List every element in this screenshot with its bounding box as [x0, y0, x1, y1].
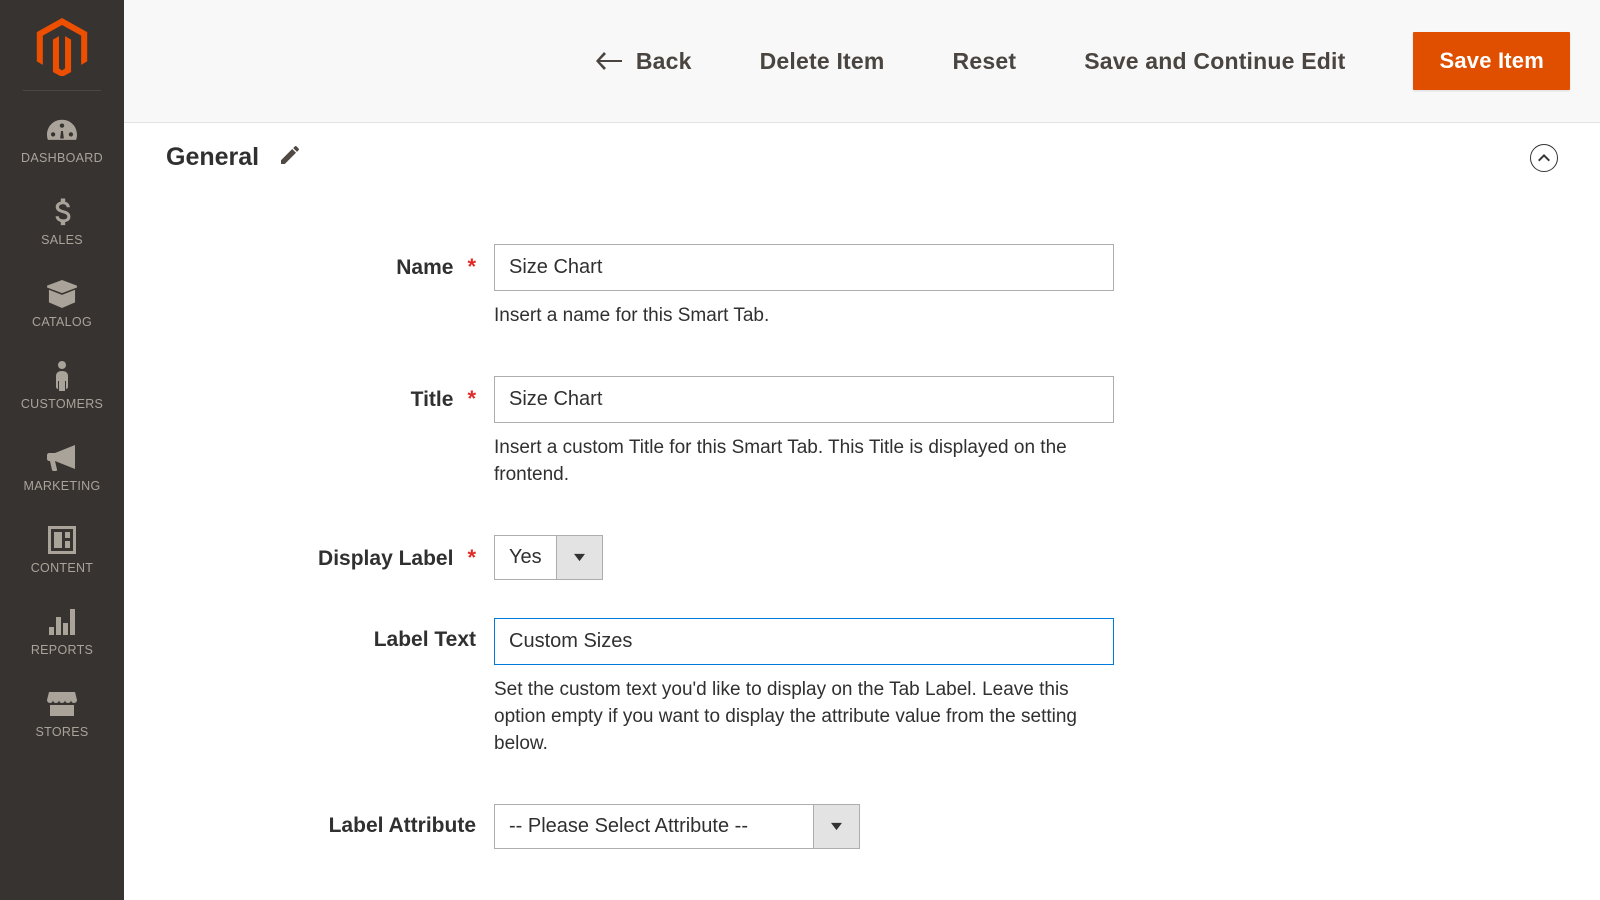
sidebar-divider: [23, 90, 101, 91]
storefront-icon: [4, 689, 120, 719]
chevron-up-icon: [1538, 152, 1550, 164]
section-title: General: [166, 143, 259, 172]
sidebar-item-label: CATALOG: [4, 315, 120, 329]
save-continue-button[interactable]: Save and Continue Edit: [1084, 48, 1345, 75]
sidebar-item-sales[interactable]: SALES: [0, 183, 124, 265]
main-content: Back Delete Item Reset Save and Continue…: [124, 0, 1600, 900]
title-input[interactable]: [494, 376, 1114, 423]
layout-icon: [4, 525, 120, 555]
form-label: Title *: [166, 376, 476, 412]
label-text-label: Label Text: [374, 628, 476, 652]
action-toolbar: Back Delete Item Reset Save and Continue…: [124, 0, 1600, 123]
magento-logo[interactable]: [33, 18, 91, 76]
label-attribute-label: Label Attribute: [329, 814, 476, 838]
form-row-display-label: Display Label * Yes: [166, 535, 1558, 580]
chevron-down-icon: [556, 536, 602, 579]
arrow-left-icon: [596, 48, 622, 74]
name-input[interactable]: [494, 244, 1114, 291]
save-item-button[interactable]: Save Item: [1413, 32, 1570, 90]
form-label: Label Text: [166, 618, 476, 652]
title-label: Title: [411, 388, 454, 412]
dashboard-icon: [4, 115, 120, 145]
field-note: Insert a custom Title for this Smart Tab…: [494, 435, 1114, 489]
sidebar-item-marketing[interactable]: MARKETING: [0, 429, 124, 511]
delete-item-button[interactable]: Delete Item: [760, 48, 885, 75]
sidebar-item-reports[interactable]: REPORTS: [0, 593, 124, 675]
form-row-name: Name * Insert a name for this Smart Tab.: [166, 244, 1558, 330]
display-label-select[interactable]: Yes: [494, 535, 603, 580]
field-note: Insert a name for this Smart Tab.: [494, 303, 1114, 330]
chevron-down-icon: [813, 805, 859, 848]
name-label: Name: [396, 256, 453, 280]
select-value: -- Please Select Attribute --: [495, 805, 813, 848]
field-note: Set the custom text you'd like to displa…: [494, 677, 1114, 758]
back-button-label: Back: [636, 48, 692, 75]
box-icon: [4, 279, 120, 309]
collapse-button[interactable]: [1530, 144, 1558, 172]
sidebar-item-dashboard[interactable]: DASHBOARD: [0, 101, 124, 183]
sidebar-item-label: SALES: [4, 233, 120, 247]
required-star: *: [467, 386, 476, 412]
person-icon: [4, 361, 120, 391]
sidebar-item-label: MARKETING: [4, 479, 120, 493]
sidebar-item-label: DASHBOARD: [4, 151, 120, 165]
sidebar-item-label: CUSTOMERS: [4, 397, 120, 411]
section-header: General: [166, 143, 1558, 172]
pencil-icon[interactable]: [281, 146, 299, 169]
back-button[interactable]: Back: [596, 48, 692, 75]
form-label: Name *: [166, 244, 476, 280]
sidebar-item-label: CONTENT: [4, 561, 120, 575]
sidebar-item-label: REPORTS: [4, 643, 120, 657]
sidebar-item-catalog[interactable]: CATALOG: [0, 265, 124, 347]
label-text-input[interactable]: [494, 618, 1114, 665]
sidebar-item-label: STORES: [4, 725, 120, 739]
form-label: Label Attribute: [166, 804, 476, 838]
required-star: *: [467, 254, 476, 280]
form-row-title: Title * Insert a custom Title for this S…: [166, 376, 1558, 489]
form-row-label-text: Label Text Set the custom text you'd lik…: [166, 618, 1558, 758]
general-section: General Name * Insert a name for this Sm…: [124, 123, 1600, 900]
admin-sidebar: DASHBOARD SALES CATALOG CUSTOMERS MARKET…: [0, 0, 124, 900]
sidebar-item-stores[interactable]: STORES: [0, 675, 124, 757]
reset-button[interactable]: Reset: [953, 48, 1017, 75]
label-attribute-select[interactable]: -- Please Select Attribute --: [494, 804, 860, 849]
display-label-label: Display Label: [318, 547, 453, 571]
required-star: *: [467, 545, 476, 571]
sidebar-item-customers[interactable]: CUSTOMERS: [0, 347, 124, 429]
form-row-label-attribute: Label Attribute -- Please Select Attribu…: [166, 804, 1558, 849]
form-label: Display Label *: [166, 535, 476, 571]
bar-chart-icon: [4, 607, 120, 637]
megaphone-icon: [4, 443, 120, 473]
select-value: Yes: [495, 536, 556, 579]
sidebar-item-content[interactable]: CONTENT: [0, 511, 124, 593]
dollar-icon: [4, 197, 120, 227]
